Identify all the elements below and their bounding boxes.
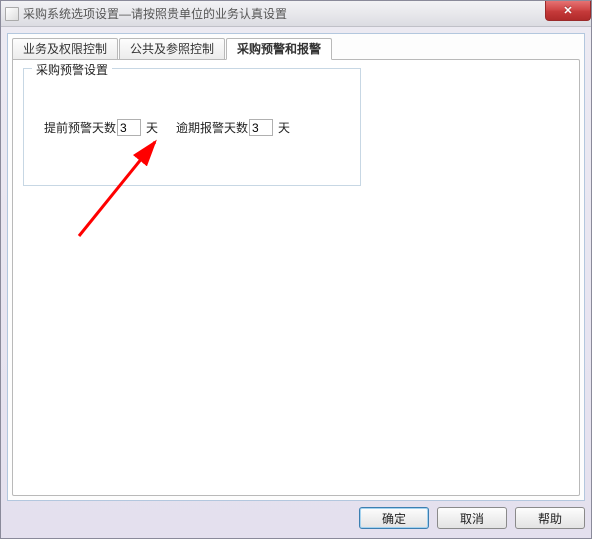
ok-button[interactable]: 确定 <box>359 507 429 529</box>
overdue-alert-label: 逾期报警天数 <box>176 119 248 136</box>
app-icon <box>5 7 19 21</box>
close-button[interactable]: ✕ <box>545 1 591 21</box>
group-purchase-alert-settings: 采购预警设置 提前预警天数 天 逾期报警天数 天 <box>23 68 361 186</box>
tab-business-permission[interactable]: 业务及权限控制 <box>12 38 118 60</box>
settings-row: 提前预警天数 天 逾期报警天数 天 <box>44 119 290 136</box>
early-warn-days-input[interactable] <box>117 119 141 136</box>
early-warn-label: 提前预警天数 <box>44 119 116 136</box>
window-title: 采购系统选项设置—请按照贵单位的业务认真设置 <box>23 5 287 22</box>
overdue-alert-days-input[interactable] <box>249 119 273 136</box>
tab-purchase-alert[interactable]: 采购预警和报警 <box>226 38 332 60</box>
cancel-button[interactable]: 取消 <box>437 507 507 529</box>
dialog-window: 采购系统选项设置—请按照贵单位的业务认真设置 ✕ 业务及权限控制 公共及参照控制… <box>0 0 592 539</box>
content-panel: 业务及权限控制 公共及参照控制 采购预警和报警 采购预警设置 提前预警天数 天 … <box>7 33 585 501</box>
overdue-alert-unit: 天 <box>278 119 290 136</box>
dialog-button-bar: 确定 取消 帮助 <box>7 504 585 532</box>
group-title: 采购预警设置 <box>32 61 112 78</box>
tab-page-purchase-alert: 采购预警设置 提前预警天数 天 逾期报警天数 天 <box>12 59 580 496</box>
titlebar: 采购系统选项设置—请按照贵单位的业务认真设置 ✕ <box>1 1 591 27</box>
tabstrip: 业务及权限控制 公共及参照控制 采购预警和报警 <box>12 38 333 60</box>
tab-public-reference[interactable]: 公共及参照控制 <box>119 38 225 60</box>
client-area: 业务及权限控制 公共及参照控制 采购预警和报警 采购预警设置 提前预警天数 天 … <box>1 27 591 538</box>
help-button[interactable]: 帮助 <box>515 507 585 529</box>
window-controls: ✕ <box>545 1 591 21</box>
early-warn-unit: 天 <box>146 119 158 136</box>
